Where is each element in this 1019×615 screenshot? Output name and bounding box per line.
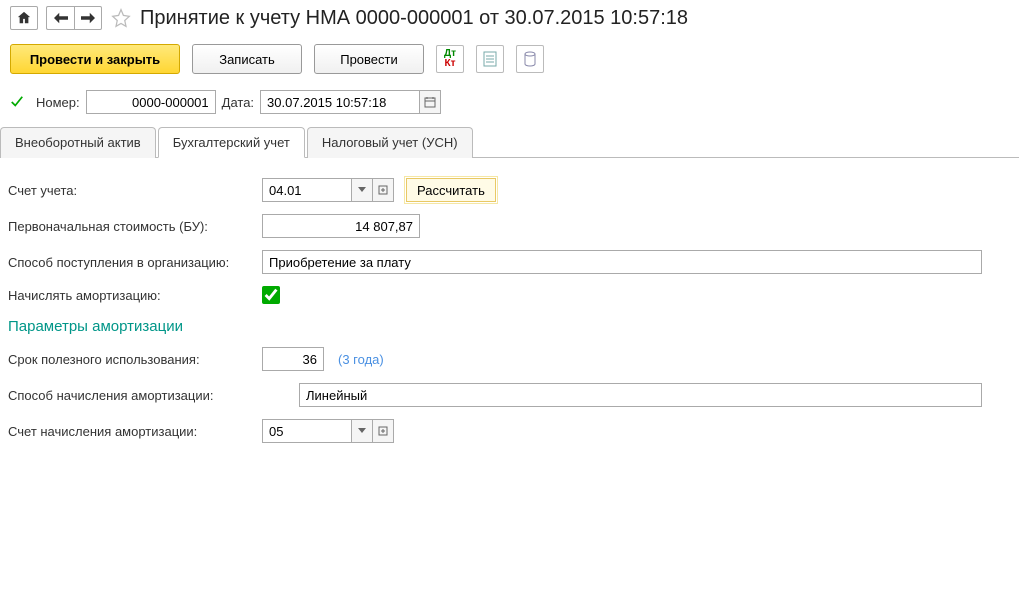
tab-tax-usn[interactable]: Налоговый учет (УСН) bbox=[307, 127, 473, 158]
document-icon bbox=[483, 51, 497, 67]
amort-account-input[interactable] bbox=[262, 419, 352, 443]
amort-account-label: Счет начисления амортизации: bbox=[8, 424, 256, 439]
calendar-icon bbox=[424, 96, 436, 108]
date-label: Дата: bbox=[222, 95, 254, 110]
write-button[interactable]: Записать bbox=[192, 44, 302, 74]
back-button[interactable] bbox=[46, 6, 74, 30]
number-label: Номер: bbox=[36, 95, 80, 110]
structure-button[interactable] bbox=[516, 45, 544, 73]
open-icon bbox=[378, 185, 388, 195]
arrow-left-icon bbox=[54, 12, 68, 24]
account-label: Счет учета: bbox=[8, 183, 256, 198]
number-input[interactable] bbox=[86, 90, 216, 114]
dtkt-icon: ДтКт bbox=[444, 49, 456, 69]
amort-method-label: Способ начисления амортизации: bbox=[8, 388, 293, 403]
favorite-star-icon[interactable] bbox=[110, 7, 132, 29]
receipt-method-label: Способ поступления в организацию: bbox=[8, 255, 256, 270]
initial-cost-input[interactable] bbox=[262, 214, 420, 238]
chevron-down-icon bbox=[358, 187, 366, 193]
arrow-right-icon bbox=[81, 12, 95, 24]
chevron-down-icon bbox=[358, 428, 366, 434]
account-input[interactable] bbox=[262, 178, 352, 202]
useful-life-input[interactable] bbox=[262, 347, 324, 371]
amort-method-input[interactable] bbox=[299, 383, 982, 407]
receipt-method-input[interactable] bbox=[262, 250, 982, 274]
amort-account-dropdown-button[interactable] bbox=[351, 419, 373, 443]
home-icon bbox=[17, 11, 31, 25]
initial-cost-label: Первоначальная стоимость (БУ): bbox=[8, 219, 256, 234]
calendar-button[interactable] bbox=[419, 90, 441, 114]
useful-life-hint: (3 года) bbox=[338, 352, 384, 367]
home-button[interactable] bbox=[10, 6, 38, 30]
page-title: Принятие к учету НМА 0000-000001 от 30.0… bbox=[140, 7, 688, 30]
amortize-checkbox[interactable] bbox=[262, 286, 280, 304]
tab-accounting[interactable]: Бухгалтерский учет bbox=[158, 127, 305, 158]
calculate-button[interactable]: Рассчитать bbox=[406, 178, 496, 202]
account-dropdown-button[interactable] bbox=[351, 178, 373, 202]
account-open-button[interactable] bbox=[372, 178, 394, 202]
forward-button[interactable] bbox=[74, 6, 102, 30]
tab-noncurrent-asset[interactable]: Внеоборотный актив bbox=[0, 127, 156, 158]
amort-account-open-button[interactable] bbox=[372, 419, 394, 443]
amortization-section-header: Параметры амортизации bbox=[4, 310, 1015, 341]
date-input[interactable] bbox=[260, 90, 420, 114]
useful-life-label: Срок полезного использования: bbox=[8, 352, 256, 367]
open-icon bbox=[378, 426, 388, 436]
post-and-close-button[interactable]: Провести и закрыть bbox=[10, 44, 180, 74]
amortize-label: Начислять амортизацию: bbox=[8, 288, 256, 303]
database-icon bbox=[523, 51, 537, 67]
dtkt-button[interactable]: ДтКт bbox=[436, 45, 464, 73]
post-button[interactable]: Провести bbox=[314, 44, 424, 74]
report-button[interactable] bbox=[476, 45, 504, 73]
posted-checkmark-icon bbox=[10, 94, 26, 110]
